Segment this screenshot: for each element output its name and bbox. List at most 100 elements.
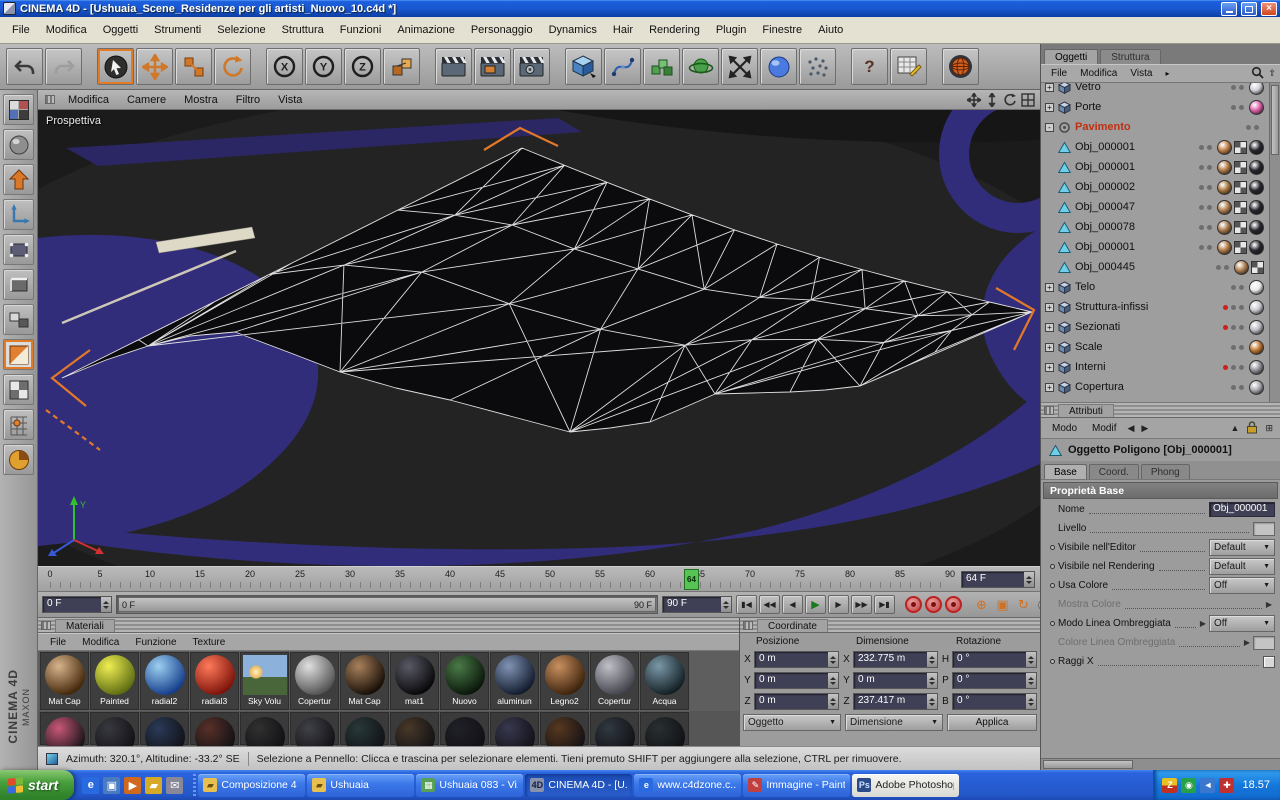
task-button[interactable]: Ps Adobe Photoshop	[852, 773, 960, 797]
attributes-scrollbar[interactable]	[1041, 758, 1280, 770]
material-item-partial[interactable]	[90, 712, 139, 746]
visibility-dots[interactable]	[1231, 384, 1244, 390]
material-tag-icon[interactable]	[1217, 179, 1232, 195]
mini-field[interactable]	[1253, 635, 1275, 650]
add-particles-button[interactable]	[799, 48, 836, 85]
task-button[interactable]: ▰ Ushuaia	[307, 773, 415, 797]
tree-row[interactable]: Obj_000047	[1041, 197, 1280, 217]
range-end-stepper[interactable]	[721, 597, 731, 612]
add-environment-button[interactable]	[760, 48, 797, 85]
texture-tag-icon[interactable]	[1234, 220, 1247, 234]
tab-oggetti[interactable]: Oggetti	[1044, 49, 1099, 64]
scroll-up-icon[interactable]: ⇧	[1268, 68, 1276, 79]
om-menu-more-icon[interactable]: ▸	[1159, 67, 1175, 80]
material-chips[interactable]	[1249, 99, 1264, 115]
folder-icon[interactable]: ▰	[145, 776, 163, 794]
range-start-field[interactable]: 0 F	[42, 596, 112, 613]
menu-hair[interactable]: Hair	[605, 22, 641, 38]
tree-toggle[interactable]: -	[1045, 122, 1054, 132]
menu-plugin[interactable]: Plugin	[708, 22, 755, 38]
material-tag-icon[interactable]	[1249, 379, 1264, 395]
modo-linea-ombreggiata-dropdown[interactable]: Off ▼	[1209, 615, 1275, 632]
lock-y-button[interactable]: Y	[305, 48, 342, 85]
checkbox[interactable]	[1263, 655, 1275, 668]
tree-item-label[interactable]: Obj_000047	[1075, 201, 1135, 213]
panel-grip-icon[interactable]	[743, 620, 753, 630]
material-tag-icon[interactable]	[1249, 319, 1264, 335]
visibility-dots[interactable]	[1231, 344, 1244, 350]
material-tag-icon[interactable]	[1249, 359, 1264, 375]
material-chips[interactable]	[1249, 319, 1264, 335]
tree-row[interactable]: + Sezionati	[1041, 317, 1280, 337]
material-tag-icon[interactable]	[1249, 83, 1264, 95]
back-icon[interactable]: ◀	[1125, 423, 1136, 434]
material-item-partial[interactable]	[340, 712, 389, 746]
coord-size-dropdown[interactable]: Dimensione ▼	[845, 714, 943, 731]
tree-row[interactable]: + Telo	[1041, 277, 1280, 297]
viewport-menu-mostra[interactable]: Mostra	[175, 92, 227, 108]
menu-aiuto[interactable]: Aiuto	[810, 22, 851, 38]
material-tag-icon[interactable]	[1234, 259, 1249, 275]
material-item[interactable]: Mat Cap	[340, 652, 389, 710]
material-item-partial[interactable]	[490, 712, 539, 746]
model-mode-button[interactable]	[3, 129, 34, 160]
tree-toggle[interactable]: +	[1045, 342, 1054, 352]
visibility-dots[interactable]	[1199, 144, 1212, 150]
layout-grid-icon[interactable]: ⊞	[1263, 423, 1275, 434]
keyframe-dot[interactable]	[1050, 659, 1055, 664]
texture-tag-icon[interactable]	[1234, 240, 1247, 254]
volume-icon[interactable]: ◄	[1200, 777, 1216, 793]
antivirus-icon[interactable]: ✚	[1219, 777, 1235, 793]
material-item[interactable]: radial2	[140, 652, 189, 710]
autokey-icon[interactable]	[925, 596, 942, 613]
current-frame-field[interactable]: 64 F	[961, 571, 1035, 588]
materials-menu-funzione[interactable]: Funzione	[127, 636, 184, 649]
texture-tag-icon[interactable]	[1234, 200, 1247, 214]
rotate-view-icon[interactable]	[1003, 93, 1017, 107]
material-item-partial[interactable]	[390, 712, 439, 746]
menu-strumenti[interactable]: Strumenti	[146, 22, 209, 38]
material-item-partial[interactable]	[440, 712, 489, 746]
visibility-dots[interactable]	[1231, 104, 1244, 110]
material-item[interactable]: Acqua	[640, 652, 689, 710]
visibile-nel-rendering-dropdown[interactable]: Default ▼	[1209, 558, 1275, 575]
range-end-value[interactable]: 90 F	[663, 597, 721, 612]
tree-item-label[interactable]: Obj_000078	[1075, 221, 1135, 233]
minimize-button[interactable]	[1221, 1, 1237, 16]
rotate-button[interactable]	[214, 48, 251, 85]
tree-item-label[interactable]: Obj_000002	[1075, 181, 1135, 193]
points-mode-button[interactable]	[3, 234, 34, 265]
modif-menu[interactable]: Modif	[1086, 422, 1122, 435]
goto-start-button[interactable]: ▮◀	[736, 595, 757, 614]
apply-button[interactable]: Applica	[947, 714, 1037, 731]
task-button[interactable]: ▰ Composizione 4	[198, 773, 306, 797]
timeline-range-bar[interactable]: 0 F 90 F	[118, 597, 656, 612]
visibility-dots[interactable]	[1223, 304, 1244, 310]
size-z-field[interactable]: 237.417 m	[853, 693, 938, 710]
material-chips[interactable]	[1217, 179, 1264, 195]
attr-tab-phong[interactable]: Phong	[1140, 464, 1190, 479]
tree-row[interactable]: + Struttura-infissi	[1041, 297, 1280, 317]
rotation-b-field[interactable]: 0 °	[952, 693, 1037, 710]
viewport-menu-modifica[interactable]: Modifica	[59, 92, 118, 108]
menu-struttura[interactable]: Struttura	[274, 22, 332, 38]
lock-icon[interactable]	[1244, 420, 1260, 436]
start-button[interactable]: start	[0, 770, 75, 800]
tree-item-label[interactable]: Obj_000001	[1075, 141, 1135, 153]
rotation-h-field[interactable]: 0 °	[952, 651, 1037, 668]
material-chips[interactable]	[1217, 139, 1264, 155]
material-chips[interactable]	[1249, 359, 1264, 375]
media-player-icon[interactable]: ▶	[124, 776, 142, 794]
tree-item-label[interactable]: Obj_000445	[1075, 261, 1135, 273]
visibility-dots[interactable]	[1223, 364, 1244, 370]
close-button[interactable]: ×	[1261, 1, 1277, 16]
material-chips[interactable]	[1234, 259, 1264, 275]
add-array-button[interactable]	[643, 48, 680, 85]
menu-personaggio[interactable]: Personaggio	[463, 22, 541, 38]
current-frame-stepper[interactable]	[1024, 572, 1034, 587]
task-button[interactable]: e www.c4dzone.c...	[634, 773, 742, 797]
menu-finestre[interactable]: Finestre	[754, 22, 810, 38]
material-chips[interactable]	[1217, 219, 1264, 235]
coord-mode-dropdown[interactable]: Oggetto ▼	[743, 714, 841, 731]
tree-row[interactable]: Obj_000002	[1041, 177, 1280, 197]
